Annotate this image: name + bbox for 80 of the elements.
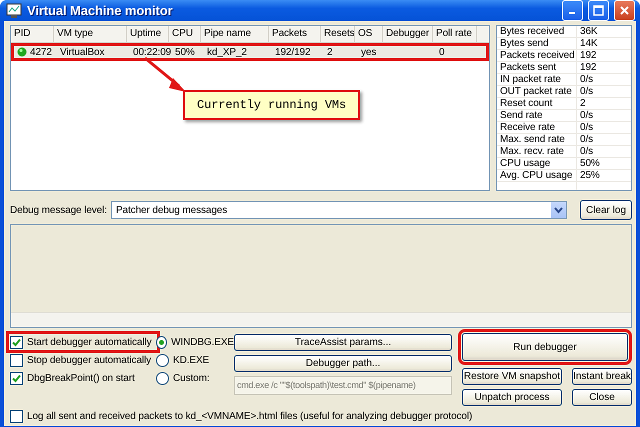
option-button[interactable]: Debugger path... [234,355,452,372]
clear-log-button[interactable]: Clear log [580,200,632,220]
level-dropdown[interactable]: Patcher debug messages [110,201,567,219]
radio-button[interactable] [156,336,168,348]
field-label: Debug message level: [10,204,107,216]
action-button[interactable]: Close [572,389,632,406]
table-cell: 50% [175,46,195,58]
checkbox[interactable] [10,354,23,366]
stat-name: Max. recv. rate [497,146,577,157]
minimize-button[interactable] [562,0,583,21]
checkbox-label: DbgBreakPoint() on start [27,372,135,384]
checkbox-label: Log all sent and received packets to kd_<VMNAME>.html files (useful for analyzing debugger protocol) [27,410,472,422]
table-cell: 00:22:09 [133,46,172,58]
callout: Currently running VMs [183,90,360,120]
close-button[interactable] [614,0,635,21]
column-header[interactable]: Poll rate [433,26,477,42]
window-title: Virtual Machine monitor [27,3,174,18]
table-cell: 192/192 [275,46,310,58]
table-cell: VirtualBox [60,46,104,58]
stat-name: Reset count [497,98,577,109]
checkbox-label: Start debugger automatically [27,336,152,348]
radio-button[interactable] [156,354,169,366]
maximize-button[interactable] [588,0,609,21]
radio-button[interactable] [156,372,169,384]
table-cell: 0 [439,46,444,58]
column-header[interactable]: CPU [169,26,201,42]
stat-name: Avg. CPU usage [497,170,577,181]
action-button[interactable]: Instant break [572,368,632,385]
checkbox-label: Stop debugger automatically [27,354,152,366]
monitor-icon [6,2,22,18]
checkbox[interactable] [10,410,23,422]
stat-name: Receive rate [497,122,577,133]
caret-icon [554,206,563,214]
status-icon [17,47,27,57]
stat-name: Max. send rate [497,134,577,145]
checkbox[interactable] [10,336,23,348]
close-icon [619,5,630,16]
stat-value: 2 [579,98,586,109]
stat-name: IN packet rate [497,74,577,85]
column-header[interactable]: PID [11,26,54,42]
action-button[interactable]: Restore VM snapshot [462,368,562,385]
stat-value: 0/s [579,86,594,97]
table-cell: yes [361,46,376,58]
column-header[interactable]: Uptime [127,26,169,42]
stat-value: 0/s [579,122,594,133]
checkbox[interactable] [10,372,23,384]
stat-name: Bytes received [497,26,577,37]
column-header[interactable]: Debugger [383,26,433,42]
stat-value: 14K [579,38,598,49]
stat-name: Packets sent [497,62,577,73]
stat-value: 50% [579,158,600,169]
maximize-icon [593,5,604,16]
column-header[interactable]: Resets [321,26,355,42]
radio-label: Custom: [173,372,210,384]
stat-value: 0/s [579,134,594,145]
stat-name: OUT packet rate [497,86,577,97]
table-cell: 2 [327,46,332,58]
vm-row[interactable]: 4272 VirtualBox 00:22:09 50% kd_XP_2 192/192 2 yes 0 [11,43,489,61]
stat-name: Bytes send [497,38,577,49]
column-header[interactable]: OS [355,26,383,42]
radio-label: KD.EXE [173,354,210,366]
stat-value: 0/s [579,110,594,121]
table-cell: 4272 [30,46,52,58]
arrow-icon [143,56,187,94]
radio-label: WINDBG.EXE [171,336,234,348]
stat-name: CPU usage [497,158,577,169]
column-header[interactable]: VM type [54,26,127,42]
stat-name: Packets received [497,50,577,61]
option-button[interactable]: TraceAssist params... [234,334,452,351]
stat-name: Send rate [497,110,577,121]
column-header[interactable]: Packets [269,26,321,42]
column-header[interactable]: Pipe name [201,26,269,42]
stat-value: 0/s [579,146,594,157]
stat-value: 25% [579,170,600,181]
table-cell: kd_XP_2 [207,46,247,58]
stat-value: 0/s [579,74,594,85]
action-button[interactable]: Unpatch process [462,389,562,406]
stat-value: 192 [579,50,596,61]
stat-value: 192 [579,62,596,73]
stat-value: 36K [579,26,598,37]
